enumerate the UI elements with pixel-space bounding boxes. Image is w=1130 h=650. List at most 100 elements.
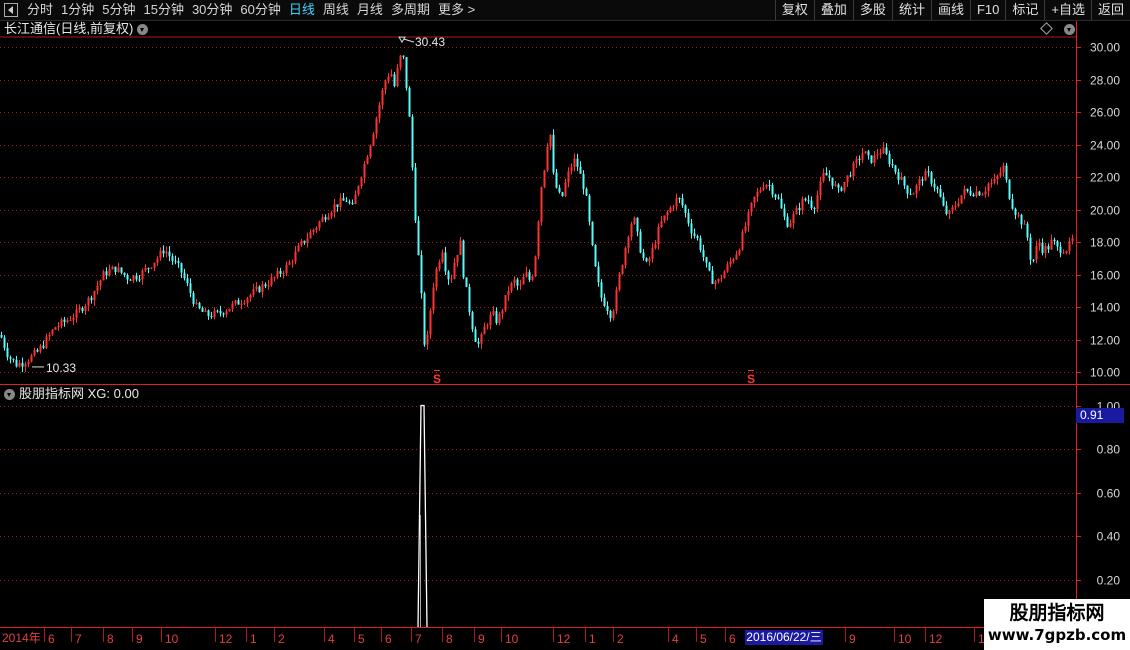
candle-body <box>465 277 468 287</box>
candle-body <box>657 226 660 245</box>
candle-body <box>738 249 741 255</box>
candle-body <box>255 286 258 290</box>
candle-body <box>954 206 957 208</box>
candle-body <box>1068 241 1071 252</box>
candle-body <box>576 158 579 167</box>
candle-body <box>444 252 447 272</box>
candle-body <box>684 205 687 213</box>
candle-body <box>174 260 177 262</box>
candle-body <box>936 187 939 190</box>
candle-body <box>711 270 714 284</box>
candle-body <box>912 193 915 195</box>
candle-body <box>741 231 744 250</box>
candle-body <box>810 200 813 209</box>
candle-body <box>339 198 342 207</box>
candle-body <box>990 182 993 184</box>
candle-body <box>147 267 150 269</box>
candle-body <box>12 358 15 360</box>
candle-body <box>903 176 906 186</box>
candle-body <box>972 194 975 197</box>
month-label: 12 <box>557 632 571 646</box>
candle-body <box>168 251 171 257</box>
candle-body <box>567 171 570 183</box>
candle-body <box>426 334 429 345</box>
candle-body <box>564 182 567 197</box>
candle-body <box>138 279 141 281</box>
candle-body <box>0 334 3 338</box>
candle-body <box>930 172 933 184</box>
candle-body <box>1020 214 1023 225</box>
candle-body <box>669 207 672 213</box>
candle-body <box>228 308 231 312</box>
candle-body <box>462 240 465 278</box>
candle-body <box>993 179 996 183</box>
month-label: 5 <box>700 632 707 646</box>
candle-body <box>417 220 420 256</box>
candle-body <box>285 264 288 273</box>
y-tick-label: 16.00 <box>1090 269 1120 283</box>
candle-body <box>441 252 444 263</box>
candle-body <box>231 303 234 309</box>
indicator-tick-label: 0.80 <box>1097 443 1121 457</box>
low-price-label: 10.33 <box>46 361 76 375</box>
candle-body <box>477 341 480 344</box>
y-tick-label: 12.00 <box>1090 334 1120 348</box>
candle-body <box>165 251 168 254</box>
candle-body <box>690 223 693 234</box>
candle-body <box>177 261 180 264</box>
month-label: 2 <box>278 632 285 646</box>
candle-body <box>90 297 93 301</box>
candle-body <box>873 155 876 163</box>
candle-body <box>759 189 762 192</box>
candle-body <box>735 254 738 260</box>
candle-body <box>906 185 909 194</box>
candle-body <box>894 165 897 172</box>
candle-body <box>447 271 450 280</box>
y-tick-label: 22.00 <box>1090 171 1120 185</box>
candle-body <box>594 244 597 267</box>
candle-body <box>1053 239 1056 242</box>
candle-body <box>45 336 48 348</box>
candle-body <box>528 272 531 280</box>
candle-body <box>492 311 495 315</box>
candle-body <box>513 279 516 283</box>
y-tick-label: 28.00 <box>1090 74 1120 88</box>
candle-body <box>117 267 120 272</box>
candle-body <box>723 271 726 279</box>
candle-body <box>891 164 894 166</box>
candle-body <box>468 286 471 313</box>
candle-body <box>213 310 216 318</box>
candle-body <box>354 194 357 205</box>
candle-body <box>171 256 174 261</box>
candle-body <box>60 319 63 326</box>
candle-body <box>531 276 534 280</box>
candle-body <box>618 274 621 290</box>
candle-body <box>630 223 633 237</box>
candle-body <box>816 195 819 210</box>
candle-body <box>240 303 243 305</box>
candle-body <box>249 294 252 299</box>
candle-body <box>267 285 270 287</box>
candle-body <box>753 196 756 203</box>
candle-body <box>108 269 111 276</box>
candle-body <box>126 275 129 280</box>
candle-body <box>237 300 240 305</box>
candle-body <box>549 134 552 147</box>
candle-body <box>18 362 21 367</box>
y-tick-label: 30.00 <box>1090 41 1120 55</box>
y-tick-label: 20.00 <box>1090 204 1120 218</box>
candle-body <box>69 320 72 322</box>
stock-chart[interactable]: 30.00 28.00 26.00 24.00 22.00 20.00 18.00 16.00… <box>0 0 1130 650</box>
candle-body <box>804 198 807 201</box>
candle-body <box>987 183 990 192</box>
candle-body <box>384 81 387 91</box>
candle-body <box>189 283 192 294</box>
candle-body <box>660 221 663 227</box>
xg-signal-line <box>417 404 428 628</box>
candle-body <box>504 295 507 311</box>
candle-body <box>363 163 366 178</box>
candle-body <box>603 297 606 307</box>
candle-body <box>765 185 768 188</box>
candle-body <box>507 291 510 296</box>
candle-body <box>405 56 408 89</box>
